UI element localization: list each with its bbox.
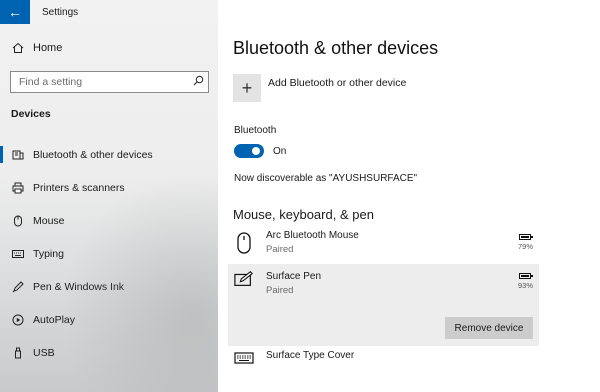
battery-percent: 79% <box>517 242 533 251</box>
sidebar-item-mouse[interactable]: Mouse <box>0 204 218 237</box>
sidebar-item-label: Printers & scanners <box>33 181 125 194</box>
battery-indicator: 79% <box>517 234 534 251</box>
battery-percent: 93% <box>517 281 533 290</box>
back-button[interactable]: ← <box>0 0 30 24</box>
keyboard-icon <box>11 249 25 259</box>
page-title: Bluetooth & other devices <box>233 38 439 58</box>
bluetooth-toggle[interactable] <box>234 144 264 158</box>
add-device-row[interactable]: + Add Bluetooth or other device <box>233 74 406 102</box>
device-status: Paired <box>266 285 294 296</box>
add-device-label[interactable]: Add Bluetooth or other device <box>268 77 406 89</box>
plus-icon: + <box>241 77 253 98</box>
search-input[interactable] <box>11 76 188 88</box>
device-item-mouse[interactable]: Arc Bluetooth Mouse Paired 79% <box>228 230 539 264</box>
sidebar-item-label: Pen & Windows Ink <box>33 280 125 293</box>
battery-icon <box>519 234 534 240</box>
section-title: Mouse, keyboard, & pen <box>233 207 374 222</box>
pen-icon <box>11 280 25 293</box>
bluetooth-state: On <box>273 145 287 157</box>
sidebar-item-label: Bluetooth & other devices <box>33 148 153 161</box>
mouse-icon <box>11 215 25 227</box>
pen-tablet-icon <box>234 270 254 346</box>
home-label: Home <box>33 42 63 54</box>
mouse-icon <box>234 232 254 264</box>
home-icon <box>11 42 25 54</box>
remove-device-button[interactable]: Remove device <box>445 317 533 339</box>
usb-icon <box>11 347 25 359</box>
app-title: Settings <box>42 6 79 18</box>
sidebar-item-usb[interactable]: USB <box>0 336 218 369</box>
device-item-pen[interactable]: Surface Pen Paired 93% Remove device <box>228 264 539 346</box>
search-box[interactable] <box>10 71 209 93</box>
sidebar-item-pen[interactable]: Pen & Windows Ink <box>0 270 218 303</box>
battery-icon <box>519 273 534 279</box>
sidebar-item-bluetooth[interactable]: Bluetooth & other devices <box>0 138 218 171</box>
sidebar-item-autoplay[interactable]: AutoPlay <box>0 303 218 336</box>
discoverable-text: Now discoverable as "AYUSHSURFACE" <box>234 173 418 184</box>
sidebar-item-label: Typing <box>33 247 64 260</box>
autoplay-icon <box>11 314 25 326</box>
device-name: Surface Type Cover <box>266 350 355 361</box>
bluetooth-devices-icon <box>11 149 25 161</box>
device-status: Paired <box>266 244 294 255</box>
device-text: Surface Pen Paired <box>266 271 321 346</box>
sidebar-item-label: USB <box>33 346 55 359</box>
nav-home[interactable]: Home <box>11 42 62 54</box>
keyboard-icon <box>234 352 254 380</box>
device-name: Arc Bluetooth Mouse <box>266 230 359 241</box>
sidebar-item-label: AutoPlay <box>33 313 76 326</box>
section-label-devices: Devices <box>11 108 51 120</box>
nav-list: Bluetooth & other devices Printers & sca… <box>0 138 218 369</box>
back-arrow-icon: ← <box>8 4 22 20</box>
main-panel: Bluetooth & other devices + Add Bluetoot… <box>218 0 600 392</box>
battery-indicator: 93% <box>517 273 534 290</box>
toggle-knob <box>252 147 260 155</box>
add-device-button[interactable]: + <box>233 74 261 102</box>
printer-icon <box>11 182 25 194</box>
sidebar-item-label: Mouse <box>33 214 65 227</box>
title-bar: ← Settings <box>0 0 218 24</box>
bluetooth-label: Bluetooth <box>234 125 277 136</box>
device-text: Arc Bluetooth Mouse Paired <box>266 230 359 264</box>
device-item-type-cover[interactable]: Surface Type Cover <box>228 350 539 380</box>
search-icon[interactable] <box>188 75 208 89</box>
device-name: Surface Pen <box>266 271 322 282</box>
sidebar-item-typing[interactable]: Typing <box>0 237 218 270</box>
sidebar-item-printers[interactable]: Printers & scanners <box>0 171 218 204</box>
bluetooth-toggle-row: On <box>234 144 286 158</box>
device-text: Surface Type Cover <box>266 350 354 380</box>
sidebar: ← Settings Home Devices Bluetooth & othe… <box>0 0 218 392</box>
